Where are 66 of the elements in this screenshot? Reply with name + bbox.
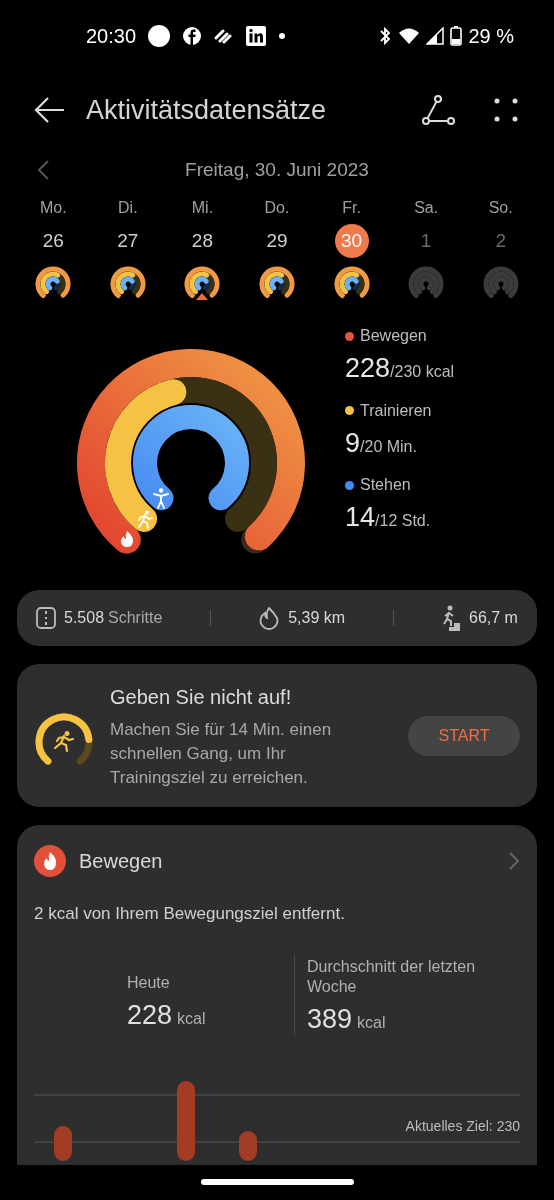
battery-icon bbox=[450, 26, 463, 46]
stat-value: 5.508 bbox=[64, 608, 105, 628]
weekday-label: Do. bbox=[264, 198, 290, 218]
day-number[interactable]: 28 bbox=[185, 224, 220, 258]
wifi-icon bbox=[398, 27, 421, 45]
selected-date: Freitag, 30. Juni 2023 bbox=[185, 157, 369, 182]
page-title: Aktivitätsdatensätze bbox=[86, 93, 328, 127]
chart-bar bbox=[54, 1125, 72, 1161]
battery-level: 29 % bbox=[468, 24, 514, 49]
flame-badge-icon bbox=[34, 845, 66, 877]
ring-label: Bewegen bbox=[360, 326, 427, 346]
coach-title: Geben Sie nicht auf! bbox=[110, 684, 293, 710]
day-number[interactable]: 27 bbox=[110, 224, 145, 258]
weekday-label: Di. bbox=[118, 198, 138, 218]
card-title: Bewegen bbox=[79, 849, 164, 874]
notification-dot-icon bbox=[148, 25, 171, 47]
average-value: 389 bbox=[307, 1002, 353, 1036]
footprints-icon bbox=[36, 607, 56, 629]
activity-rings-icon[interactable] bbox=[34, 264, 73, 300]
goal-line-label: Aktuelles Ziel: 230 bbox=[405, 1116, 520, 1136]
signal-icon bbox=[426, 27, 445, 45]
weekday-label: So. bbox=[488, 198, 513, 218]
activity-rings-icon[interactable] bbox=[258, 264, 296, 300]
chart-bar bbox=[239, 1130, 257, 1161]
ring-value: 9 bbox=[345, 426, 361, 460]
day-number[interactable]: 29 bbox=[260, 224, 294, 258]
activity-rings-icon[interactable] bbox=[332, 264, 371, 300]
activity-rings-icon[interactable] bbox=[183, 264, 222, 300]
ring-value: 228 bbox=[345, 352, 391, 385]
goal-message: 2 kcal von Ihrem Bewegungsziel entfernt. bbox=[34, 903, 346, 925]
today-label: Heute bbox=[127, 972, 171, 993]
stair-climber-icon bbox=[441, 605, 462, 631]
app-logo-icon bbox=[246, 26, 267, 46]
today-value: 228 bbox=[127, 998, 173, 1032]
average-unit: kcal bbox=[357, 1012, 386, 1033]
ring-label: Trainieren bbox=[360, 400, 432, 421]
weekday-label: Fr. bbox=[342, 198, 361, 218]
previous-day-icon[interactable] bbox=[36, 159, 50, 181]
clock: 20:30 bbox=[86, 24, 137, 49]
day-number[interactable]: 26 bbox=[36, 224, 71, 258]
ring-label: Stehen bbox=[360, 475, 411, 495]
weekday-label: Sa. bbox=[414, 198, 439, 218]
exercise-progress-icon bbox=[33, 711, 95, 768]
average-label: Durchschnitt der letzten Woche bbox=[307, 956, 477, 997]
chevron-right-icon[interactable] bbox=[508, 851, 520, 871]
stat-value: 66,7 m bbox=[469, 608, 518, 628]
more-notifications-icon bbox=[278, 32, 287, 40]
ring-value: 14 bbox=[345, 501, 376, 534]
stat-value: 5,39 km bbox=[288, 608, 346, 628]
flame-outline-icon bbox=[258, 606, 281, 630]
activity-rings-icon[interactable] bbox=[108, 264, 147, 300]
weekday-label: Mo. bbox=[39, 198, 67, 218]
ring-goal: /12 Std. bbox=[375, 512, 431, 531]
app-logo-icon bbox=[182, 26, 203, 46]
ring-goal: /20 Min. bbox=[360, 437, 417, 457]
weekday-label: Mi. bbox=[191, 198, 214, 218]
stat-unit: Schritte bbox=[108, 608, 163, 628]
today-unit: kcal bbox=[177, 1008, 206, 1029]
ring-goal: /230 kcal bbox=[390, 363, 455, 382]
route-icon[interactable] bbox=[422, 95, 456, 125]
coach-message: Machen Sie für 14 Min. einen schnellen Gang, um Ihr Trainingsziel zu erreichen. bbox=[110, 718, 333, 789]
day-number[interactable]: 2 bbox=[483, 224, 518, 258]
more-options-icon[interactable] bbox=[494, 98, 518, 122]
back-arrow-icon[interactable] bbox=[34, 96, 66, 124]
bluetooth-icon bbox=[378, 26, 393, 46]
day-number[interactable]: 1 bbox=[409, 224, 444, 258]
